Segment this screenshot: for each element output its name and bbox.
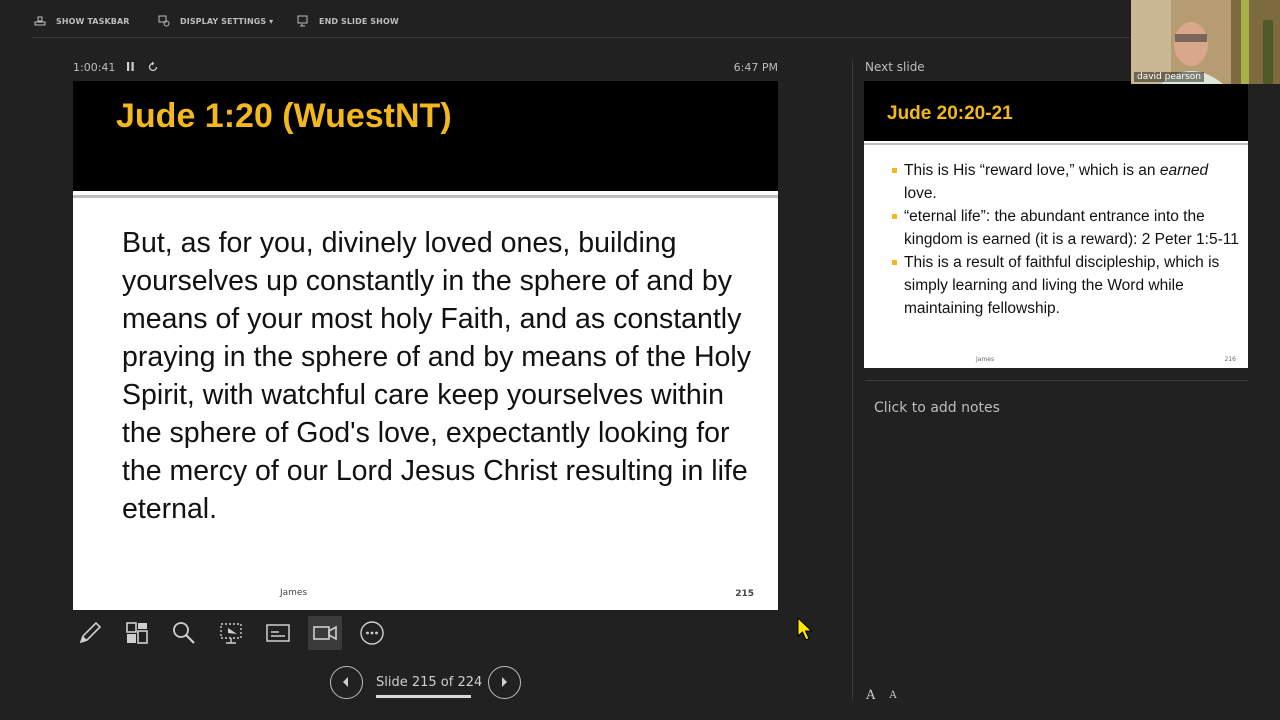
bullet-emphasis: earned (1159, 162, 1209, 179)
slide-number: 215 (735, 589, 754, 599)
next-slide-heading: Next slide (865, 60, 925, 74)
pointer-options-button[interactable] (214, 616, 248, 650)
more-options-button[interactable] (355, 616, 389, 650)
subtitles-button[interactable] (261, 616, 295, 650)
more-options-icon (360, 621, 384, 645)
slide-rule (73, 195, 778, 198)
next-slide-button[interactable] (488, 666, 521, 699)
slide-tools (73, 616, 389, 650)
notes-area[interactable]: Click to add notes (874, 400, 1000, 416)
mouse-cursor-icon (797, 617, 813, 641)
bullet-text: This is a result of faithful discipleshi… (904, 254, 1220, 317)
end-slide-show-label: END SLIDE SHOW (319, 16, 399, 26)
restart-timer-icon[interactable] (147, 61, 159, 73)
next-slide-rule (864, 143, 1248, 145)
see-all-slides-button[interactable] (120, 616, 154, 650)
chevron-right-icon (502, 677, 507, 687)
next-slide-footer: James (976, 356, 995, 363)
current-slide[interactable]: Jude 1:20 (WuestNT) But, as for you, div… (73, 81, 778, 610)
camera-icon (313, 625, 337, 641)
current-time: 6:47 PM (733, 61, 778, 74)
slide-footer: James (280, 588, 308, 598)
toolbar-divider (32, 37, 1130, 38)
slide-body-text: But, as for you, divinely loved ones, bu… (122, 227, 751, 525)
end-show-icon (297, 15, 308, 27)
show-taskbar-button[interactable]: SHOW TASKBAR (34, 14, 130, 28)
bullet-item: “eternal life”: the abundant entrance in… (892, 205, 1242, 251)
bullet-text: “eternal life”: the abundant entrance in… (904, 208, 1239, 248)
bullet-text-end: love. (904, 185, 937, 202)
pane-divider[interactable] (852, 60, 853, 700)
show-taskbar-label: SHOW TASKBAR (56, 16, 130, 26)
decrease-font-button[interactable]: A (889, 690, 896, 703)
chevron-left-icon (343, 677, 348, 687)
pointer-icon (220, 623, 242, 644)
pause-icon[interactable] (126, 61, 135, 73)
slide-counter-underline (376, 695, 471, 698)
next-slide-title: Jude 20:20-21 (887, 103, 1013, 124)
elapsed-timer: 1:00:41 (73, 61, 116, 74)
pen-tool-button[interactable] (73, 616, 107, 650)
bullet-item: This is a result of faithful discipleshi… (892, 251, 1242, 320)
slide-navigation: Slide 215 of 224 (330, 666, 522, 700)
previous-slide-button[interactable] (330, 666, 363, 699)
slide-counter[interactable]: Slide 215 of 224 (376, 675, 482, 690)
camera-toggle-button[interactable] (308, 616, 342, 650)
see-all-slides-icon (126, 622, 148, 644)
pen-icon (79, 621, 102, 644)
bullet-text: This is His “reward love,” which is an (904, 162, 1160, 179)
end-slide-show-button[interactable]: END SLIDE SHOW (297, 14, 399, 28)
taskbar-icon (34, 16, 46, 26)
zoom-icon (173, 622, 195, 644)
notes-font-controls: A A (866, 688, 897, 703)
next-slide-number: 216 (1224, 356, 1236, 363)
next-slide-preview[interactable]: Jude 20:20-21 This is His “reward love,”… (864, 81, 1248, 368)
notes-divider (865, 380, 1248, 381)
subtitles-icon (266, 624, 290, 642)
participant-name: david pearson (1134, 72, 1204, 82)
next-slide-bullets: This is His “reward love,” which is an e… (892, 159, 1242, 320)
bullet-item: This is His “reward love,” which is an e… (892, 159, 1242, 205)
increase-font-button[interactable]: A (866, 688, 875, 703)
timer-row: 1:00:41 6:47 PM (73, 60, 778, 76)
participant-video[interactable]: david pearson (1131, 0, 1280, 84)
display-settings-button[interactable]: DISPLAY SETTINGS ▾ (158, 14, 273, 28)
display-icon (158, 15, 170, 27)
presenter-toolbar: SHOW TASKBAR DISPLAY SETTINGS ▾ END SLID… (0, 0, 1130, 40)
zoom-button[interactable] (167, 616, 201, 650)
slide-title: Jude 1:20 (WuestNT) (116, 97, 452, 135)
display-settings-label: DISPLAY SETTINGS ▾ (180, 16, 274, 26)
